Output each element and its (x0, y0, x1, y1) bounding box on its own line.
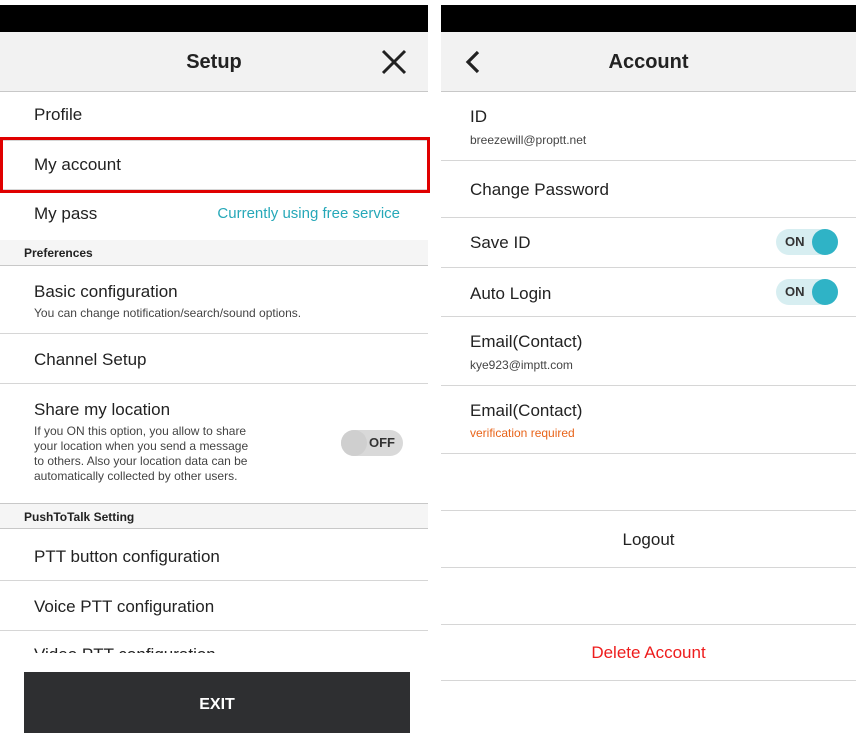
menu-item-channel-setup[interactable]: Channel Setup (0, 334, 428, 384)
setup-screen: Setup Profile My account My pass Current… (0, 0, 428, 733)
email-contact-label: Email(Contact) (470, 401, 583, 420)
change-password-label: Change Password (470, 180, 609, 199)
account-id-row: ID breezewill@proptt.net (441, 92, 856, 161)
menu-item-profile[interactable]: Profile (0, 92, 428, 141)
menu-item-label: My pass (34, 204, 98, 223)
menu-item-ptt-button-configuration[interactable]: PTT button configuration (0, 530, 428, 581)
menu-item-label: My account (34, 155, 121, 174)
menu-item-basic-configuration[interactable]: Basic configuration You can change notif… (0, 266, 428, 334)
exit-button[interactable]: EXIT (24, 672, 410, 733)
auto-login-toggle[interactable]: ON (776, 279, 838, 305)
location-description-line: If you ON this option, you allow to shar… (34, 424, 247, 438)
status-bar (0, 5, 428, 32)
close-icon[interactable] (378, 46, 410, 78)
email-contact-label: Email(Contact) (470, 332, 583, 351)
setup-header: Setup (0, 32, 428, 92)
delete-account-button[interactable]: Delete Account (441, 625, 856, 681)
menu-item-subtitle: You can change notification/search/sound… (34, 306, 302, 320)
change-password-row[interactable]: Change Password (441, 161, 856, 218)
spacer-row (441, 454, 856, 511)
account-header: Account (441, 32, 856, 92)
logout-label: Logout (622, 530, 675, 549)
page-title: Setup (186, 51, 242, 73)
spacer-row (441, 568, 856, 625)
save-id-row: Save ID ON (441, 218, 856, 268)
menu-item-label: Basic configuration (34, 282, 178, 301)
section-header-preferences: Preferences (0, 240, 428, 266)
location-description-line: your location when you send a message (34, 439, 249, 453)
save-id-toggle[interactable]: ON (776, 229, 838, 255)
toggle-label: ON (785, 284, 805, 299)
id-value: breezewill@proptt.net (470, 133, 587, 147)
location-description-line: automatically collected by other users. (34, 469, 238, 483)
auto-login-label: Auto Login (470, 284, 552, 303)
menu-item-label: Profile (34, 105, 83, 124)
email-contact-value: kye923@imptt.com (470, 358, 573, 372)
menu-item-video-ptt-configuration[interactable]: Video PTT configuration (0, 631, 428, 653)
toggle-knob (341, 430, 367, 456)
location-description-line: to others. Also your location data can b… (34, 454, 248, 468)
toggle-knob (812, 229, 838, 255)
email-contact-row[interactable]: Email(Contact) kye923@imptt.com (441, 317, 856, 386)
email-contact-unverified-row[interactable]: Email(Contact) verification required (441, 386, 856, 454)
menu-item-label: Video PTT configuration (34, 645, 216, 653)
toggle-knob (812, 279, 838, 305)
toggle-label: ON (785, 234, 805, 249)
menu-item-my-pass[interactable]: My pass Currently using free service (0, 190, 428, 240)
save-id-label: Save ID (470, 233, 531, 252)
logout-button[interactable]: Logout (441, 511, 856, 568)
menu-item-label: Channel Setup (34, 350, 147, 369)
pass-status-text: Currently using free service (217, 205, 400, 222)
page-title: Account (608, 51, 689, 73)
menu-item-label: Voice PTT configuration (34, 597, 215, 616)
status-bar (441, 5, 856, 32)
menu-item-my-account[interactable]: My account (0, 141, 428, 190)
id-label: ID (470, 107, 487, 126)
menu-item-voice-ptt-configuration[interactable]: Voice PTT configuration (0, 581, 428, 631)
delete-account-label: Delete Account (591, 643, 706, 662)
verification-required-text: verification required (470, 426, 575, 440)
account-screen: Account ID breezewill@proptt.net Change … (441, 0, 856, 733)
menu-item-label: Share my location (34, 400, 171, 419)
section-header-ptt: PushToTalk Setting (0, 503, 428, 529)
toggle-label: OFF (369, 435, 395, 450)
menu-item-label: PTT button configuration (34, 547, 220, 566)
share-location-toggle[interactable]: OFF (341, 430, 403, 456)
menu-item-share-location: Share my location If you ON this option,… (0, 384, 428, 503)
auto-login-row: Auto Login ON (441, 268, 856, 317)
